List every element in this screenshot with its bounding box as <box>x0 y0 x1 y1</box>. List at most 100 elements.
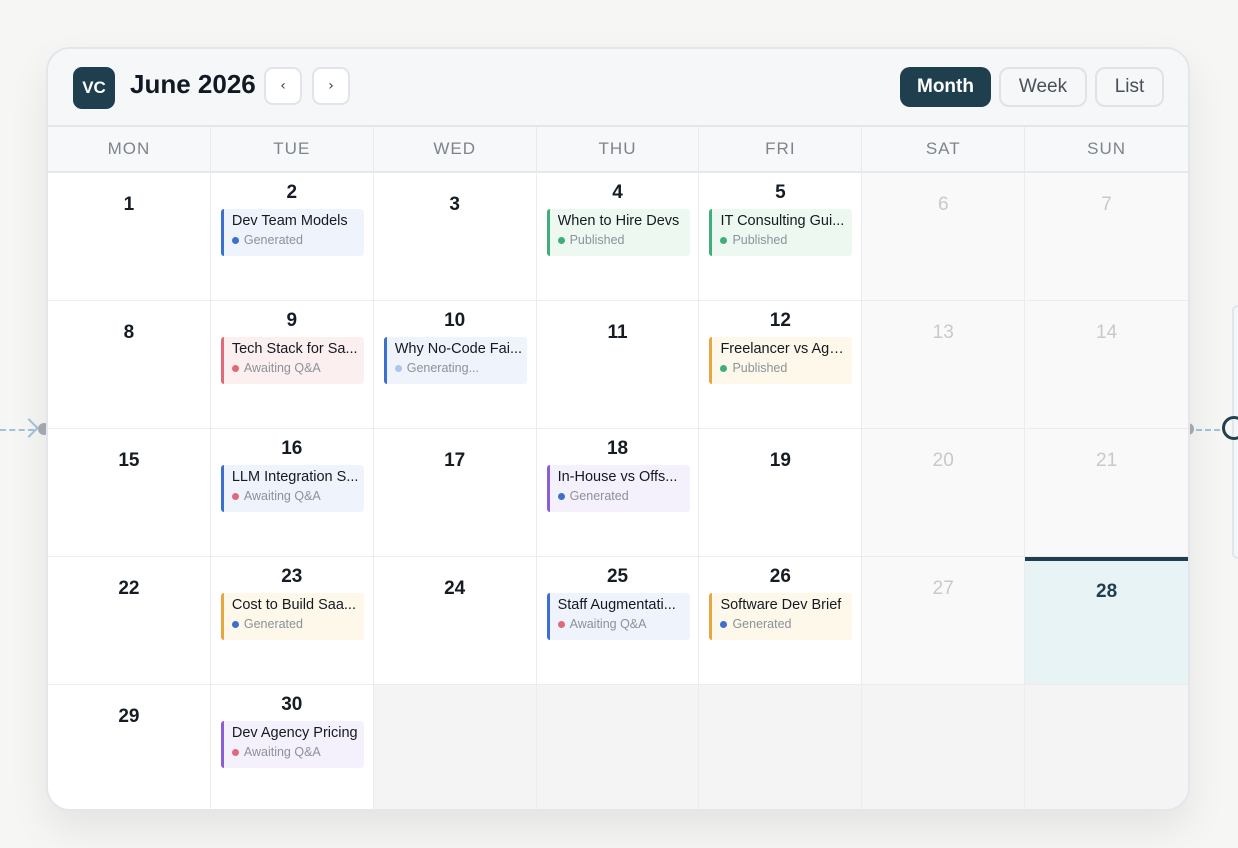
day-cell[interactable]: 8 <box>48 301 211 428</box>
day-cell[interactable]: 7 <box>1025 173 1188 300</box>
event-title: LLM Integration S... <box>231 469 359 485</box>
event-title: Freelancer vs Age... <box>720 341 850 357</box>
day-cell[interactable]: 20 <box>862 429 1026 556</box>
day-cell[interactable]: 17 <box>373 429 537 556</box>
day-cell[interactable]: 9 Tech Stack for Sa... Awaiting Q&A <box>210 301 374 428</box>
event-status-label: Generating... <box>406 361 479 375</box>
day-cell[interactable]: 22 <box>48 557 211 684</box>
day-number: 26 <box>769 566 791 587</box>
day-number: 1 <box>123 194 135 215</box>
day-cell[interactable]: 15 <box>48 429 211 556</box>
day-number: 13 <box>932 322 954 343</box>
view-month-button[interactable]: Month <box>900 67 991 107</box>
day-cell[interactable]: 4 When to Hire Devs Published <box>536 173 700 300</box>
event-status-label: Published <box>732 233 788 247</box>
connector-target-icon <box>1222 416 1238 440</box>
view-list-button[interactable]: List <box>1095 67 1164 107</box>
weekday-label: TUE <box>211 127 374 171</box>
day-cell[interactable]: 11 <box>536 301 700 428</box>
day-number: 19 <box>769 450 791 471</box>
event-title: Tech Stack for Sa... <box>231 341 358 357</box>
week-row: 22 23 Cost to Build Saa... Generated 24 25 Sta… <box>48 557 1188 685</box>
day-cell[interactable]: 19 <box>699 429 863 556</box>
event-chip[interactable]: LLM Integration S... Awaiting Q&A <box>220 465 364 512</box>
day-cell[interactable]: 21 <box>1025 429 1188 556</box>
day-number: 9 <box>286 310 298 331</box>
day-number: 23 <box>281 566 303 587</box>
event-chip[interactable]: Dev Team Models Generated <box>220 209 364 256</box>
event-chip[interactable]: Cost to Build Saa... Generated <box>220 593 364 640</box>
day-cell[interactable]: 24 <box>373 557 537 684</box>
connector-right <box>1182 416 1238 440</box>
day-cell[interactable]: 6 <box>862 173 1026 300</box>
day-cell[interactable]: 30 Dev Agency Pricing Awaiting Q&A <box>210 685 374 809</box>
event-status: Awaiting Q&A <box>231 489 364 503</box>
event-chip[interactable]: Staff Augmentati... Awaiting Q&A <box>546 593 690 640</box>
day-number: 7 <box>1101 194 1112 215</box>
event-chip[interactable]: Software Dev Brief Generated <box>709 593 853 640</box>
weekday-label: THU <box>537 127 700 171</box>
event-status-label: Published <box>732 361 788 375</box>
event-status-label: Awaiting Q&A <box>243 361 321 375</box>
next-month-button[interactable]: › <box>312 67 350 105</box>
event-title: When to Hire Devs <box>557 213 680 229</box>
day-number: 14 <box>1096 322 1118 343</box>
day-number: 25 <box>606 566 629 587</box>
day-cell[interactable]: 13 <box>862 301 1026 428</box>
today-cell[interactable]: 28 <box>1025 557 1188 684</box>
day-cell[interactable]: 3 <box>373 173 537 300</box>
event-chip[interactable]: In-House vs Offs... Generated <box>546 465 690 512</box>
view-week-button[interactable]: Week <box>999 67 1087 107</box>
day-cell[interactable]: 16 LLM Integration S... Awaiting Q&A <box>210 429 374 556</box>
empty-day-cell <box>699 685 863 809</box>
weekday-label: WED <box>374 127 537 171</box>
event-status-label: Generated <box>243 617 303 631</box>
event-title: Dev Team Models <box>231 213 348 229</box>
day-cell[interactable]: 18 In-House vs Offs... Generated <box>536 429 700 556</box>
event-chip[interactable]: When to Hire Devs Published <box>546 209 690 256</box>
weekday-label: SAT <box>862 127 1026 171</box>
prev-month-button[interactable]: ‹ <box>264 67 302 105</box>
day-number: 30 <box>281 694 303 715</box>
day-cell[interactable]: 25 Staff Augmentati... Awaiting Q&A <box>536 557 700 684</box>
event-status: Generated <box>720 617 852 631</box>
month-title: June 2026 <box>130 69 256 99</box>
event-chip[interactable]: Dev Agency Pricing Awaiting Q&A <box>220 721 364 768</box>
calendar-header: VC June 2026 ‹ › Month Week List <box>48 49 1188 127</box>
event-status: Generated <box>557 489 690 503</box>
day-number: 12 <box>769 310 791 331</box>
day-number: 6 <box>937 194 949 215</box>
event-title: Why No-Code Fai... <box>394 341 523 357</box>
day-cell[interactable]: 1 <box>48 173 211 300</box>
weekday-header-row: MON TUE WED THU FRI SAT SUN <box>48 127 1188 173</box>
day-number: 8 <box>123 322 135 343</box>
status-dot-icon <box>557 236 565 244</box>
event-status-label: Awaiting Q&A <box>569 617 647 631</box>
day-cell[interactable]: 29 <box>48 685 211 809</box>
event-chip[interactable]: IT Consulting Gui... Published <box>709 209 853 256</box>
event-chip[interactable]: Why No-Code Fai... Generating... <box>383 337 527 384</box>
day-cell[interactable]: 23 Cost to Build Saa... Generated <box>210 557 374 684</box>
day-cell[interactable]: 10 Why No-Code Fai... Generating... <box>373 301 537 428</box>
weekday-label: MON <box>48 127 211 171</box>
day-cell[interactable]: 5 IT Consulting Gui... Published <box>699 173 863 300</box>
app-logo: VC <box>73 67 115 109</box>
connector-dashed-line <box>1196 429 1220 431</box>
empty-day-cell <box>862 685 1026 809</box>
event-chip[interactable]: Freelancer vs Age... Published <box>709 337 853 384</box>
day-cell[interactable]: 14 <box>1025 301 1188 428</box>
event-status-label: Published <box>569 233 625 247</box>
day-cell[interactable]: 12 Freelancer vs Age... Published <box>699 301 863 428</box>
status-dot-icon <box>231 492 239 500</box>
event-status: Published <box>720 233 852 247</box>
status-dot-icon <box>557 492 565 500</box>
day-cell[interactable]: 27 <box>862 557 1026 684</box>
day-cell[interactable]: 26 Software Dev Brief Generated <box>699 557 863 684</box>
day-number: 28 <box>1096 581 1118 602</box>
event-title: Staff Augmentati... <box>557 597 676 613</box>
day-cell[interactable]: 2 Dev Team Models Generated <box>210 173 374 300</box>
event-title: In-House vs Offs... <box>557 469 678 485</box>
event-chip[interactable]: Tech Stack for Sa... Awaiting Q&A <box>220 337 364 384</box>
day-number: 16 <box>281 438 303 459</box>
event-status-label: Generated <box>569 489 629 503</box>
